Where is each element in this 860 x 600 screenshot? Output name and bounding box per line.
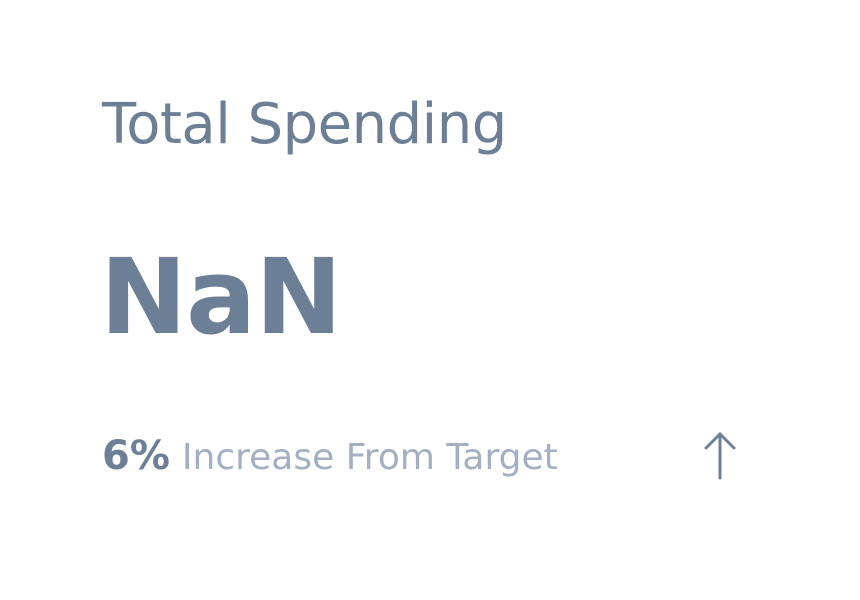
change-summary: 6% Increase From Target — [102, 434, 558, 482]
arrow-up-icon — [704, 432, 736, 480]
change-description: Increase From Target — [181, 437, 558, 478]
card-title: Total Spending — [102, 92, 507, 157]
spending-value: NaN — [100, 236, 342, 358]
change-percent: 6% — [102, 433, 170, 479]
spending-card: Total Spending NaN 6% Increase From Targ… — [0, 0, 860, 600]
